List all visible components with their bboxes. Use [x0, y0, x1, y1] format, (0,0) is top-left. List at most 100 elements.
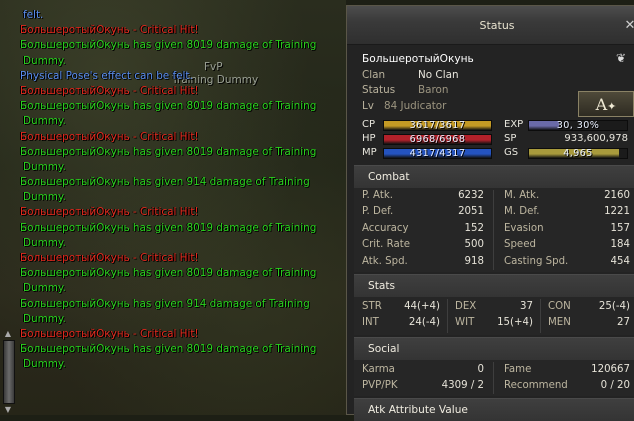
chat-line: БольшеротыйОкунь has given 914 damage of… [20, 297, 310, 310]
base-stat-value: 15(+4) [497, 317, 533, 329]
base-stat-label: INT [362, 317, 379, 329]
base-stat-row: DEX 37 [455, 299, 533, 315]
close-icon[interactable]: ✕ [623, 19, 634, 33]
cp-bar-row: CP 3617/3617 [362, 119, 497, 132]
hp-bar-row: HP 6968/6968 [362, 133, 497, 146]
combat-section-header: Combat [354, 165, 634, 188]
gs-value: 4,965 [563, 148, 593, 159]
social-stat-value: 4309 / 2 [441, 380, 484, 391]
exp-value: 30, 30% [556, 120, 600, 131]
combat-stat-label: M. Def. [504, 206, 540, 218]
chat-line: Dummy. [23, 282, 66, 295]
chat-line: БольшеротыйОкунь has given 8019 damage o… [20, 221, 317, 234]
social-stat-row: PVP/PK 4309 / 2 [362, 378, 484, 394]
chat-line: БольшеротыйОкунь - Critical Hit! [20, 24, 199, 37]
combat-stat-row: Crit. Rate 500 [362, 237, 484, 253]
combat-stat-value: 2160 [604, 190, 630, 201]
chat-line: БольшеротыйОкунь - Critical Hit! [20, 327, 199, 340]
social-stat-label: Recommend [504, 380, 568, 391]
base-stat-label: DEX [455, 301, 477, 312]
chat-line: БольшеротыйОкунь - Critical Hit! [20, 84, 199, 97]
combat-stat-label: P. Atk. [362, 190, 393, 201]
clan-crest-icon: ❦ [616, 51, 627, 65]
character-info-panel: БольшеротыйОкунь ❦ Clan No Clan Status Bar… [354, 44, 634, 164]
chat-line: Physical Pose's effect can be felt. [20, 69, 193, 82]
base-stat-label: CON [548, 301, 571, 312]
scroll-up-icon[interactable]: ▲ [2, 330, 14, 338]
social-stat-value: 0 [477, 364, 484, 375]
base-stat-row: INT 24(-4) [362, 315, 440, 331]
stats-section: STR 44(+4) INT 24(-4) DEX 37 WIT 15(+4) CON 25(-4… [354, 297, 634, 335]
exp-bar: 30, 30% [528, 120, 628, 131]
combat-stat-row: Casting Spd. 454 [504, 254, 630, 270]
mp-value: 4317/4317 [409, 148, 466, 159]
status-window: Status ✕ БольшеротыйОкунь ❦ Clan No Clan … [346, 5, 634, 421]
social-section: Karma 0 PVP/PK 4309 / 2 Fame 120667 Recommend… [354, 360, 634, 396]
combat-stat-value: 918 [464, 255, 484, 267]
chat-line: БольшеротыйОкунь has given 8019 damage o… [20, 343, 317, 356]
level-row: Lv 84 Judicator [362, 100, 446, 112]
base-stat-row: CON 25(-4) [548, 299, 630, 315]
chat-line: БольшеротыйОкунь - Critical Hit! [20, 130, 199, 143]
base-stat-row: WIT 15(+4) [455, 315, 533, 331]
clan-value: No Clan [418, 69, 459, 81]
stats-title: Stats [368, 280, 396, 292]
combat-stat-label: Casting Spd. [504, 255, 569, 267]
combat-stat-row: P. Atk. 6232 [362, 188, 484, 204]
social-section-header: Social [354, 337, 634, 360]
combat-stat-value: 454 [610, 255, 630, 267]
stats-divider-2 [540, 299, 541, 333]
hp-bar: 6968/6968 [383, 134, 492, 145]
noble-rank-button[interactable]: A✦ [578, 91, 634, 117]
base-stat-value: 44(+4) [404, 301, 440, 312]
base-stat-label: WIT [455, 317, 475, 329]
base-stat-row: STR 44(+4) [362, 299, 440, 315]
attribute-section-header: Atk Attribute Value [354, 398, 634, 421]
stats-divider-1 [447, 299, 448, 333]
cp-value: 3617/3617 [409, 120, 466, 131]
chat-line: Dummy. [23, 191, 66, 204]
rank-button-label: A [595, 95, 608, 114]
scroll-down-icon[interactable]: ▼ [2, 406, 14, 414]
game-world-view: FvP Training Dummy felt. БольшеротыйОкунь… [0, 0, 346, 415]
combat-stat-value: 6232 [458, 190, 484, 201]
base-stat-row: MEN 27 [548, 315, 630, 331]
mp-bar: 4317/4317 [383, 148, 492, 159]
combat-stat-value: 152 [464, 222, 484, 234]
base-stat-value: 25(-4) [598, 301, 630, 312]
level-label: Lv [362, 100, 374, 112]
combat-stat-row: Atk. Spd. 918 [362, 254, 484, 270]
clan-row: Clan No Clan [362, 69, 459, 81]
chat-line: Dummy. [23, 160, 66, 173]
gs-bar: 4,965 [528, 148, 628, 159]
sp-value: 933,600,978 [564, 133, 628, 144]
scroll-thumb[interactable] [3, 340, 15, 404]
clan-label: Clan [362, 69, 386, 81]
social-stat-value: 120667 [591, 364, 630, 375]
combat-stat-label: P. Def. [362, 206, 394, 218]
status-titlebar[interactable]: Status ✕ [347, 6, 634, 45]
exp-bar-row: EXP 30, 30% [504, 119, 632, 132]
status-value: Baron [418, 84, 449, 96]
attribute-title: Atk Attribute Value [368, 404, 468, 416]
sp-row: SP 933,600,978 [504, 133, 632, 146]
combat-stat-row: Speed 184 [504, 237, 630, 253]
chat-line: Dummy. [23, 312, 66, 325]
status-row: Status Baron [362, 84, 448, 96]
combat-stat-label: Speed [504, 239, 536, 251]
chat-line: БольшеротыйОкунь - Critical Hit! [20, 206, 199, 219]
social-stat-row: Karma 0 [362, 362, 484, 378]
mp-bar-row: MP 4317/4317 [362, 147, 497, 160]
base-stat-value: 24(-4) [408, 317, 440, 329]
social-stat-label: PVP/PK [362, 380, 398, 391]
combat-title: Combat [368, 171, 410, 183]
combat-stat-row: Accuracy 152 [362, 221, 484, 237]
social-stat-label: Karma [362, 364, 395, 375]
chat-line: БольшеротыйОкунь has given 8019 damage o… [20, 39, 317, 52]
chat-line: БольшеротыйОкунь has given 8019 damage o… [20, 145, 317, 158]
status-label: Status [362, 84, 396, 96]
chat-line: Dummy. [23, 54, 66, 67]
combat-stat-label: Accuracy [362, 222, 409, 234]
chat-line: БольшеротыйОкунь has given 8019 damage o… [20, 267, 317, 280]
chat-scrollbar[interactable]: ▲ ▼ [2, 330, 15, 415]
